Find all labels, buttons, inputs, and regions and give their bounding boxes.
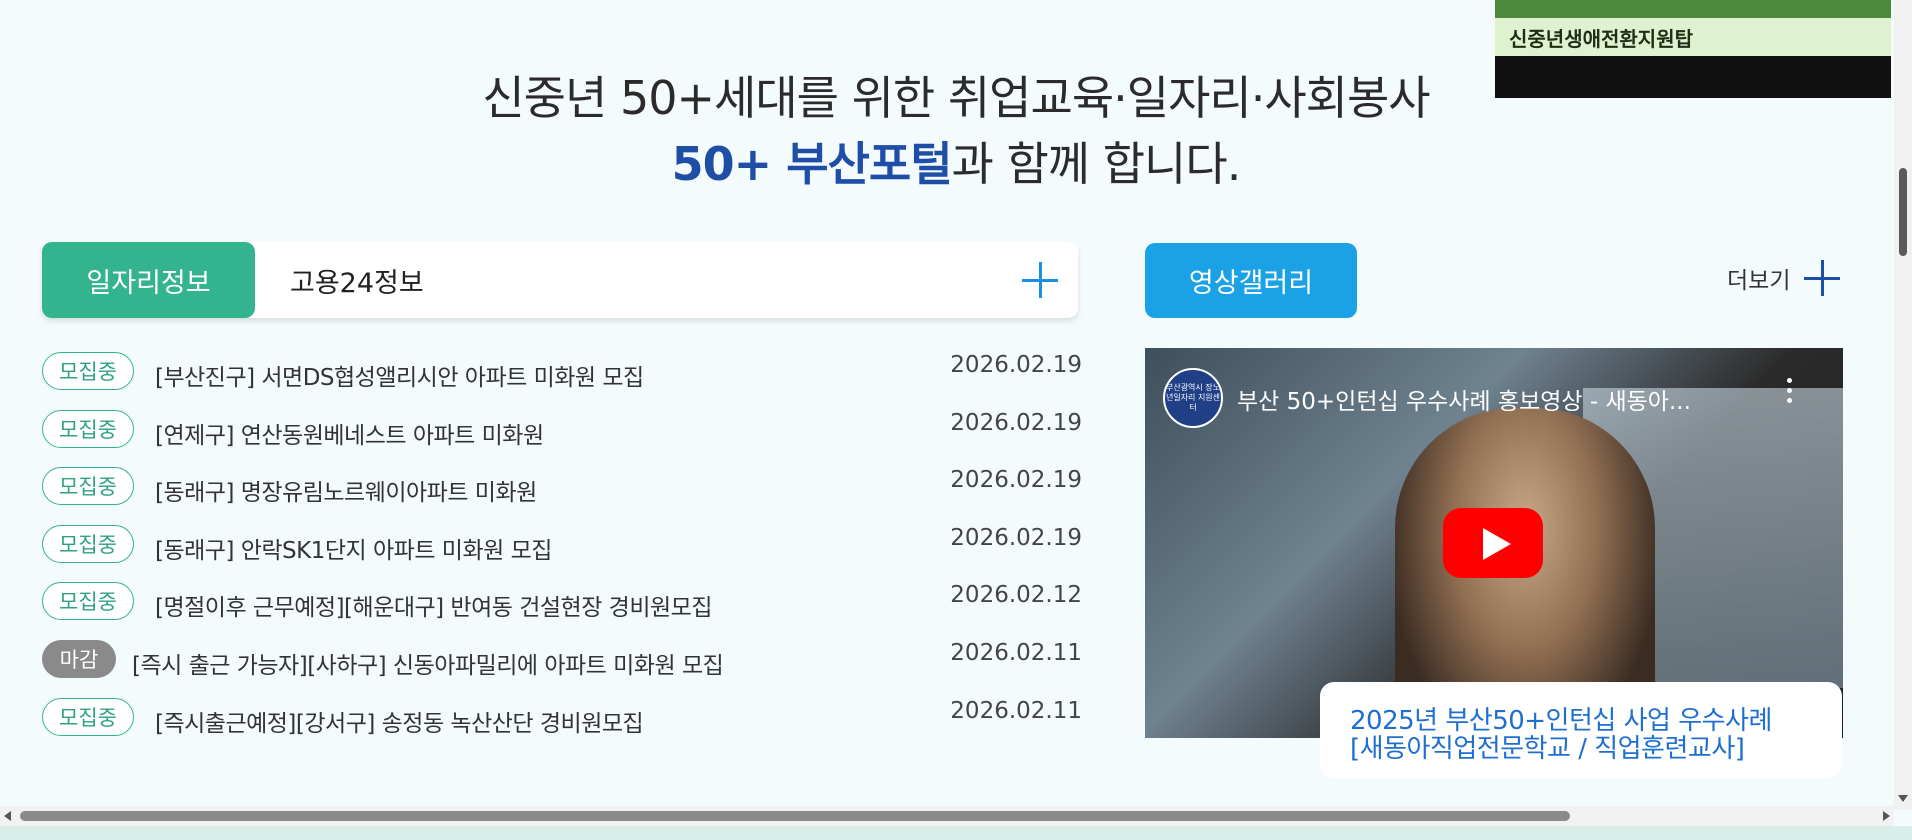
job-title[interactable]: [명절이후 근무예정][해운대구] 반여동 건설현장 경비원모집 [155,588,712,622]
job-date: 2026.02.19 [950,352,1082,378]
status-badge: 모집중 [42,697,134,736]
job-item-7[interactable]: 모집중 [즉시출근예정][강서구] 송정동 녹산산단 경비원모집 2026.02… [42,694,1082,752]
job-date: 2026.02.11 [950,697,1082,724]
headline-line2-rest: 과 함께 합니다. [951,137,1242,191]
job-date: 2026.02.19 [950,467,1082,494]
play-button-icon[interactable] [1443,508,1543,578]
video-caption[interactable]: 2025년 부산50+인턴십 사업 우수사례 [새동아직업전문학교 / 직업훈련… [1320,682,1842,778]
banner-strip: 신중년생애전환지원탑 [1495,18,1891,56]
horizontal-scrollbar[interactable] [0,806,1894,826]
video-player[interactable]: 부산광역시 장노년일자리 지원센터 부산 50+인턴십 우수사례 홍보영상 - … [1145,348,1843,738]
vertical-scroll-thumb[interactable] [1899,168,1907,256]
banner-text: 신중년생애전환지원탑 [1509,26,1693,51]
job-title[interactable]: [즉시 출근 가능자][사하구] 신동아파밀리에 아파트 미화원 모집 [132,646,724,680]
channel-logo[interactable]: 부산광역시 장노년일자리 지원센터 [1163,368,1223,428]
tab-job-info[interactable]: 일자리정보 [42,242,255,318]
job-item-5[interactable]: 모집중 [명절이후 근무예정][해운대구] 반여동 건설현장 경비원모집 202… [42,578,1082,636]
tab-work24-info[interactable]: 고용24정보 [290,242,424,318]
job-item-1[interactable]: 모집중 [부산진구] 서면DS협성앨리시안 아파트 미화원 모집 2026.02… [42,348,1082,406]
job-date: 2026.02.19 [950,524,1082,551]
scroll-right-arrow-icon[interactable] [1883,811,1890,821]
job-list: 모집중 [부산진구] 서면DS협성앨리시안 아파트 미화원 모집 2026.02… [42,348,1082,751]
status-badge: 모집중 [42,467,134,506]
job-item-6[interactable]: 마감 [즉시 출근 가능자][사하구] 신동아파밀리에 아파트 미화원 모집 2… [42,636,1082,694]
jobs-more-plus-icon[interactable] [1020,260,1060,300]
bottom-strip [0,826,1912,840]
scroll-left-arrow-icon[interactable] [4,811,11,821]
scroll-down-arrow-icon[interactable] [1898,795,1908,802]
job-title[interactable]: [동래구] 안락SK1단지 아파트 미화원 모집 [155,531,552,565]
gallery-more-link[interactable]: 더보기 [1727,258,1842,298]
banner-stripe [1495,0,1891,18]
horizontal-scroll-thumb[interactable] [20,811,1570,821]
status-badge: 모집중 [42,582,134,621]
status-badge: 모집중 [42,352,134,390]
job-item-4[interactable]: 모집중 [동래구] 안락SK1단지 아파트 미화원 모집 2026.02.19 [42,521,1082,579]
more-label: 더보기 [1727,268,1791,294]
job-date: 2026.02.12 [950,582,1082,609]
caption-line2: [새동아직업전문학교 / 직업훈련교사] [1350,734,1745,764]
status-badge: 모집중 [42,524,134,563]
corner-banner[interactable]: 신중년생애전환지원탑 [1495,0,1891,98]
more-options-icon[interactable] [1787,378,1793,408]
headline-line2: 50+ 부산포털과 함께 합니다. [0,134,1912,194]
job-title[interactable]: [동래구] 명장유림노르웨이아파트 미화원 [155,473,537,507]
plus-icon [1802,258,1842,298]
jobs-tabs-bar: 일자리정보 고용24정보 [42,242,1078,318]
job-item-3[interactable]: 모집중 [동래구] 명장유림노르웨이아파트 미화원 2026.02.19 [42,463,1082,521]
job-date: 2026.02.11 [950,639,1082,666]
brand-name: 50+ 부산포털 [671,137,953,191]
page: 신중년 50+세대를 위한 취업교육·일자리·사회봉사 50+ 부산포털과 함께… [0,0,1912,840]
job-date: 2026.02.19 [950,409,1082,436]
status-badge: 모집중 [42,409,134,448]
job-title[interactable]: [연제구] 연산동원베네스트 아파트 미화원 [155,416,544,450]
job-item-2[interactable]: 모집중 [연제구] 연산동원베네스트 아파트 미화원 2026.02.19 [42,406,1082,464]
video-title[interactable]: 부산 50+인턴십 우수사례 홍보영상 - 새동아... [1237,382,1691,416]
status-badge: 마감 [42,639,116,678]
job-title[interactable]: [즉시출근예정][강서구] 송정동 녹산산단 경비원모집 [155,704,644,738]
job-title[interactable]: [부산진구] 서면DS협성앨리시안 아파트 미화원 모집 [155,358,644,392]
video-gallery-button[interactable]: 영상갤러리 [1145,243,1357,318]
vertical-scrollbar[interactable] [1894,0,1912,810]
